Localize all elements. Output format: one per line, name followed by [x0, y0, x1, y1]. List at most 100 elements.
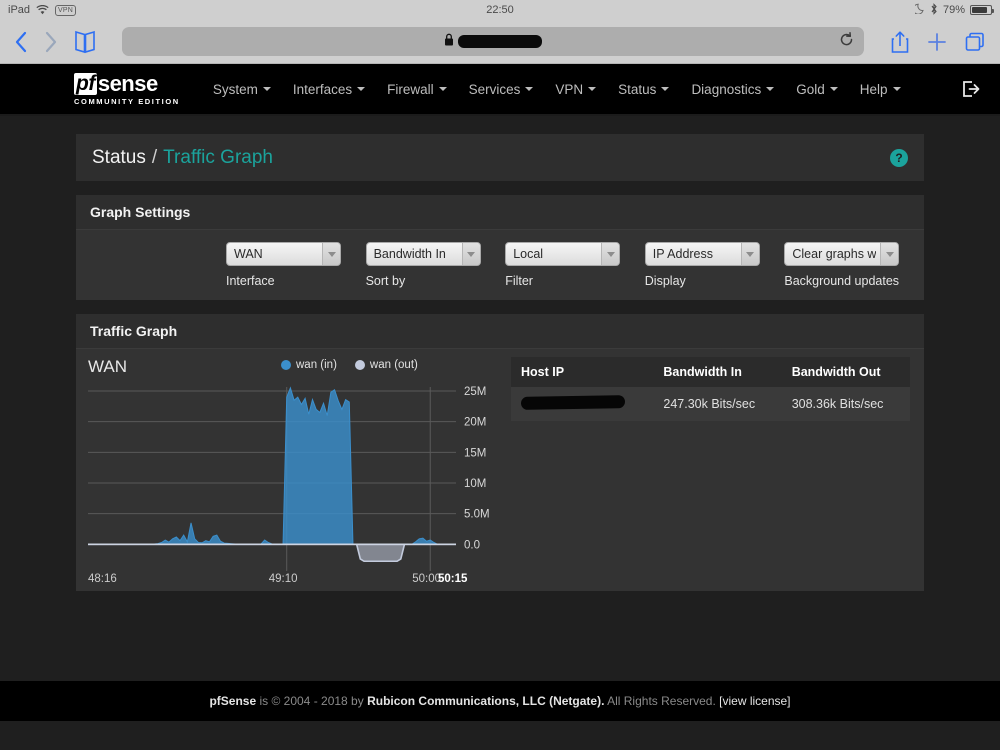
legend-swatch — [281, 360, 291, 370]
safari-toolbar — [0, 20, 1000, 64]
nav-item-system[interactable]: System — [202, 74, 282, 105]
lock-icon — [444, 33, 454, 51]
status-bar-clock: 22:50 — [486, 4, 514, 16]
nav-item-label: Status — [618, 81, 657, 97]
chevron-down-icon — [740, 243, 759, 265]
logout-icon[interactable] — [962, 80, 980, 98]
svg-text:10M: 10M — [464, 478, 486, 490]
page-footer: pfSense is © 2004 - 2018 by Rubicon Comm… — [0, 681, 1000, 721]
hosts-table: Host IP Bandwidth In Bandwidth Out 247.3… — [511, 357, 910, 421]
cell-bandwidth-in: 247.30k Bits/sec — [653, 387, 782, 421]
pfsense-navbar: pf sense COMMUNITY EDITION System Interfa… — [0, 64, 1000, 116]
display-select[interactable]: IP Address — [644, 242, 760, 266]
view-license-link[interactable]: [view license] — [719, 694, 790, 708]
column-bandwidth-in[interactable]: Bandwidth In — [653, 357, 782, 387]
new-tab-icon[interactable] — [926, 31, 948, 53]
nav-item-label: System — [212, 81, 258, 97]
chevron-down-icon — [438, 87, 447, 91]
svg-text:0.0: 0.0 — [464, 539, 480, 551]
chart-x-tick-label: 48:16 — [88, 573, 117, 585]
setting-filter: Local Filter — [505, 242, 645, 288]
nav-item-status[interactable]: Status — [607, 74, 680, 105]
url-redaction — [458, 35, 542, 48]
reload-button[interactable] — [839, 31, 854, 52]
chevron-down-icon — [661, 87, 670, 91]
background-updates-select[interactable]: Clear graphs w — [784, 242, 900, 266]
chart-x-axis-labels: 48:16 49:10 50:00 50:15 — [88, 573, 508, 591]
chart-x-tick-label: 49:10 — [268, 573, 298, 585]
background-updates-label: Background updates — [784, 274, 900, 288]
chart-x-tick-label: 50:00 — [412, 573, 442, 585]
display-select-value: IP Address — [652, 247, 714, 261]
ios-status-bar: iPad VPN 22:50 79% — [0, 0, 1000, 20]
footer-copyright: is © 2004 - 2018 by — [259, 694, 364, 708]
chart-legend: wan (in) wan (out) — [281, 359, 418, 371]
status-bar-left: iPad VPN — [8, 4, 77, 16]
moon-icon — [912, 3, 925, 17]
nav-item-diagnostics[interactable]: Diagnostics — [680, 74, 785, 105]
sort-by-select[interactable]: Bandwidth In — [365, 242, 481, 266]
svg-text:25M: 25M — [464, 386, 486, 398]
chevron-down-icon — [525, 87, 534, 91]
interface-select[interactable]: WAN — [226, 242, 341, 266]
nav-item-interfaces[interactable]: Interfaces — [282, 74, 376, 105]
bluetooth-icon — [930, 2, 938, 18]
nav-item-vpn[interactable]: VPN — [544, 74, 607, 105]
chevron-down-icon — [461, 243, 480, 265]
url-content — [444, 33, 542, 51]
column-bandwidth-out[interactable]: Bandwidth Out — [781, 357, 910, 387]
logo-pf-mark: pf — [74, 71, 97, 95]
legend-swatch — [354, 360, 365, 370]
chart-container: WAN wan (in) wan (out) 0.0 5.0M 10M 15M 20M 2… — [76, 349, 511, 591]
device-name-label: iPad — [8, 4, 31, 16]
breadcrumb: Status / Traffic Graph ? — [76, 134, 924, 181]
breadcrumb-separator: / — [151, 146, 158, 168]
filter-label: Filter — [505, 274, 533, 288]
page-body: Status / Traffic Graph ? Graph Settings … — [0, 116, 1000, 721]
bookmarks-button[interactable] — [74, 30, 96, 54]
chevron-down-icon — [880, 243, 899, 265]
legend-item-wan-out[interactable]: wan (out) — [354, 359, 418, 371]
traffic-graph-panel: Traffic Graph WAN wan (in) wan (out) 0.0… — [76, 314, 924, 591]
share-icon[interactable] — [890, 30, 910, 54]
vpn-badge: VPN — [55, 4, 77, 16]
interface-label: Interface — [226, 274, 275, 288]
nav-item-firewall[interactable]: Firewall — [376, 74, 458, 105]
chart-plot-area: 0.0 5.0M 10M 15M 20M 25M — [88, 381, 508, 571]
cell-bandwidth-out: 308.36k Bits/sec — [781, 387, 910, 421]
footer-company: Rubicon Communications, LLC (Netgate). — [367, 694, 605, 708]
chevron-down-icon — [892, 87, 901, 91]
chevron-down-icon — [262, 87, 271, 91]
nav-item-gold[interactable]: Gold — [785, 74, 849, 105]
nav-item-services[interactable]: Services — [458, 74, 545, 105]
chart-x-tick-label: 50:15 — [438, 573, 468, 585]
back-button[interactable] — [14, 31, 28, 53]
nav-item-help[interactable]: Help — [849, 74, 912, 105]
logo-wordmark: pf sense — [74, 71, 180, 95]
hosts-table-body: 247.30k Bits/sec 308.36k Bits/sec — [511, 387, 910, 421]
display-label: Display — [644, 274, 686, 288]
url-bar[interactable] — [122, 27, 864, 56]
nav-menu: System Interfaces Firewall Services VPN … — [202, 74, 912, 105]
help-icon[interactable]: ? — [890, 148, 908, 167]
filter-select[interactable]: Local — [505, 242, 621, 266]
nav-item-label: Help — [859, 81, 888, 97]
hosts-table-head: Host IP Bandwidth In Bandwidth Out — [511, 357, 910, 387]
column-host-ip[interactable]: Host IP — [511, 357, 654, 387]
footer-brand: pfSense — [209, 694, 257, 708]
legend-item-wan-in[interactable]: wan (in) — [281, 359, 337, 371]
chevron-down-icon — [357, 87, 366, 91]
breadcrumb-parent[interactable]: Status — [92, 147, 146, 169]
pfsense-logo[interactable]: pf sense COMMUNITY EDITION — [74, 71, 180, 106]
forward-button[interactable] — [44, 31, 58, 53]
traffic-chart-svg: 0.0 5.0M 10M 15M 20M 25M — [88, 386, 490, 571]
breadcrumb-current: Traffic Graph — [163, 146, 273, 168]
traffic-graph-body: WAN wan (in) wan (out) 0.0 5.0M 10M 15M 20M 2… — [76, 349, 924, 591]
setting-display: IP Address Display — [644, 242, 785, 288]
logo-subtitle: COMMUNITY EDITION — [74, 96, 180, 106]
tabs-icon[interactable] — [964, 31, 986, 53]
svg-text:5.0M: 5.0M — [464, 509, 490, 521]
traffic-graph-title: Traffic Graph — [76, 314, 924, 349]
graph-wrap: WAN wan (in) wan (out) 0.0 5.0M 10M 15M 20M 2… — [76, 349, 924, 591]
hosts-table-container: Host IP Bandwidth In Bandwidth Out 247.3… — [511, 349, 924, 591]
